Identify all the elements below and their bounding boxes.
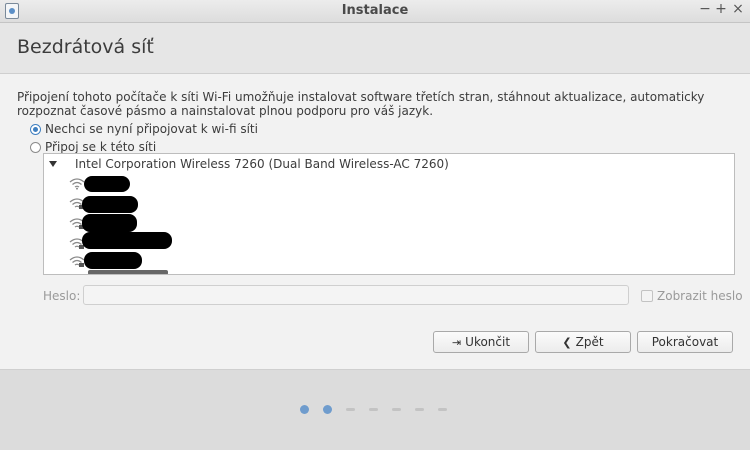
- window-title: Instalace: [341, 3, 409, 18]
- network-list[interactable]: Intel Corporation Wireless 7260 (Dual Ba…: [43, 153, 735, 275]
- option-no-connect-label: Nechci se nyní připojovat k wi-fi síti: [45, 122, 258, 136]
- show-password-toggle[interactable]: Zobrazit heslo: [641, 289, 743, 303]
- continue-button[interactable]: Pokračovat: [637, 331, 733, 353]
- expander-icon[interactable]: [49, 161, 57, 167]
- wifi-icon: [68, 272, 86, 275]
- progress-step-pending: [438, 408, 447, 411]
- redacted-network-name: [88, 270, 168, 274]
- password-label: Heslo:: [43, 289, 81, 303]
- progress-step-pending: [392, 408, 401, 411]
- redacted-network-name: [84, 252, 142, 269]
- option-no-connect[interactable]: Nechci se nyní připojovat k wi-fi síti: [30, 122, 258, 136]
- minimize-icon[interactable]: −: [698, 1, 712, 17]
- continue-button-label: Pokračovat: [651, 335, 719, 349]
- redacted-network-name: [82, 214, 137, 232]
- radio-no-connect[interactable]: [30, 123, 41, 135]
- progress-step-done: [323, 405, 332, 414]
- page-description: Připojení tohoto počítače k síti Wi-Fi u…: [17, 90, 705, 118]
- option-connect-label: Připoj se k této síti: [45, 140, 157, 154]
- maximize-icon[interactable]: +: [714, 1, 728, 17]
- device-name: Intel Corporation Wireless 7260 (Dual Ba…: [75, 157, 449, 171]
- quit-button[interactable]: ⇥ Ukončit: [433, 331, 529, 353]
- title-bar: Instalace − + ×: [0, 0, 750, 23]
- redacted-network-name: [82, 232, 172, 249]
- progress-step-pending: [346, 408, 355, 411]
- page-title: Bezdrátová síť: [17, 36, 154, 58]
- show-password-label: Zobrazit heslo: [657, 289, 743, 303]
- show-password-checkbox[interactable]: [641, 290, 653, 302]
- redacted-network-name: [84, 176, 130, 192]
- progress-step-pending: [369, 408, 378, 411]
- radio-connect[interactable]: [30, 141, 41, 153]
- redacted-network-name: [82, 196, 138, 213]
- progress-step-done: [300, 405, 309, 414]
- quit-button-label: Ukončit: [465, 335, 511, 349]
- back-button-label: Zpět: [575, 335, 604, 349]
- footer: [0, 370, 750, 450]
- chevron-left-icon: ❮: [562, 335, 572, 349]
- device-row[interactable]: Intel Corporation Wireless 7260 (Dual Ba…: [47, 156, 449, 172]
- quit-icon: ⇥: [451, 335, 462, 349]
- progress-indicator: [300, 405, 461, 414]
- progress-step-pending: [415, 408, 424, 411]
- content-area: Připojení tohoto počítače k síti Wi-Fi u…: [0, 74, 750, 370]
- close-icon[interactable]: ×: [731, 1, 745, 17]
- page-header: Bezdrátová síť: [0, 23, 750, 74]
- back-button[interactable]: ❮ Zpět: [535, 331, 631, 353]
- password-input[interactable]: [83, 285, 629, 305]
- option-connect[interactable]: Připoj se k této síti: [30, 140, 156, 154]
